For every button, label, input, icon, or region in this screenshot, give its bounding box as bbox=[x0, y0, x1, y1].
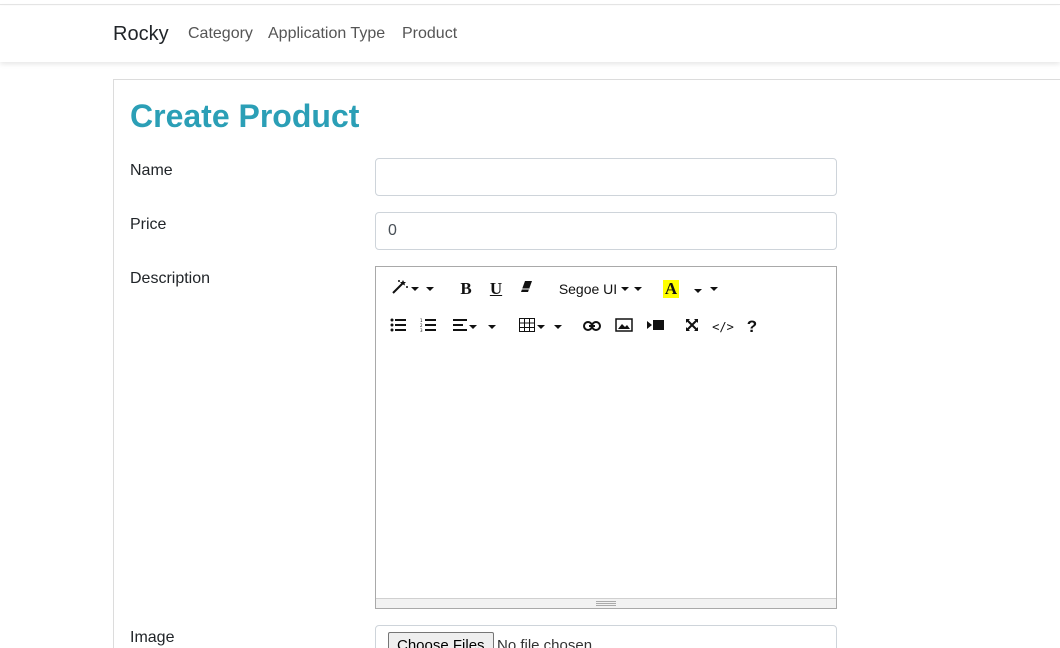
svg-text:3: 3 bbox=[420, 328, 423, 332]
color-letter: A bbox=[662, 279, 680, 298]
nav-link-application-type[interactable]: Application Type bbox=[268, 25, 385, 43]
font-name-toggle[interactable] bbox=[632, 276, 644, 302]
bold-button[interactable]: B bbox=[456, 276, 476, 302]
text-color-button[interactable]: A bbox=[662, 276, 680, 302]
unordered-list-button[interactable] bbox=[388, 314, 408, 340]
chevron-down-icon bbox=[426, 287, 434, 291]
video-button[interactable] bbox=[646, 314, 666, 340]
style-dropdown-toggle[interactable] bbox=[424, 276, 436, 302]
style-dropdown[interactable] bbox=[388, 276, 422, 302]
fullscreen-icon bbox=[685, 318, 699, 337]
color-dropdown-toggle[interactable] bbox=[708, 276, 720, 302]
description-editor[interactable]: B U Segoe UI A 123 </> ? bbox=[375, 266, 837, 609]
chevron-down-icon bbox=[710, 287, 718, 291]
fullscreen-button[interactable] bbox=[682, 314, 702, 340]
choose-files-button[interactable]: Choose Files bbox=[388, 632, 494, 648]
table-icon bbox=[519, 317, 535, 337]
color-dropdown[interactable] bbox=[692, 278, 704, 304]
link-button[interactable] bbox=[582, 314, 602, 340]
unordered-list-icon bbox=[390, 318, 406, 337]
price-input[interactable] bbox=[375, 212, 837, 250]
caret-icon bbox=[537, 325, 545, 329]
description-label: Description bbox=[130, 270, 211, 287]
ordered-list-button[interactable]: 123 bbox=[418, 314, 438, 340]
caret-icon bbox=[411, 287, 419, 291]
editor-resize-bar[interactable] bbox=[376, 598, 836, 608]
paragraph-dropdown-toggle[interactable] bbox=[486, 314, 498, 340]
image-label: Image bbox=[130, 629, 175, 646]
chevron-down-icon bbox=[554, 325, 562, 329]
clear-format-button[interactable] bbox=[516, 276, 536, 302]
image-file-input[interactable]: Choose Files No file chosen bbox=[375, 625, 837, 648]
picture-icon bbox=[615, 317, 633, 337]
name-label: Name bbox=[130, 162, 173, 179]
underline-button[interactable]: U bbox=[486, 276, 506, 302]
brand-link[interactable]: Rocky bbox=[113, 23, 169, 46]
price-label: Price bbox=[130, 216, 167, 233]
ordered-list-icon: 123 bbox=[420, 318, 436, 337]
nav-link-category[interactable]: Category bbox=[188, 25, 253, 43]
top-strip bbox=[0, 0, 1060, 5]
help-button[interactable]: ? bbox=[744, 314, 760, 340]
code-view-button[interactable]: </> bbox=[710, 314, 736, 340]
chevron-down-icon bbox=[634, 287, 642, 291]
table-dropdown[interactable] bbox=[516, 314, 548, 340]
editor-content-area[interactable] bbox=[376, 349, 836, 597]
magic-icon bbox=[391, 279, 409, 300]
align-icon bbox=[453, 318, 467, 336]
navbar: Rocky Category Application Type Product bbox=[0, 6, 1060, 62]
name-input[interactable] bbox=[375, 158, 837, 196]
paragraph-dropdown[interactable] bbox=[450, 314, 480, 340]
caret-icon bbox=[469, 325, 477, 329]
eraser-icon bbox=[520, 280, 533, 298]
editor-toolbar-row-1: B U Segoe UI A bbox=[384, 276, 834, 302]
font-name-dropdown[interactable]: Segoe UI bbox=[554, 276, 634, 302]
resize-grip-icon bbox=[596, 601, 616, 606]
editor-toolbar-row-2: 123 </> ? bbox=[384, 314, 834, 340]
chevron-down-icon bbox=[694, 289, 702, 293]
font-name-label: Segoe UI bbox=[558, 281, 618, 297]
video-icon bbox=[647, 318, 665, 336]
chevron-down-icon bbox=[488, 325, 496, 329]
nav-link-product[interactable]: Product bbox=[402, 25, 457, 43]
caret-icon bbox=[621, 287, 630, 291]
page-title: Create Product bbox=[130, 98, 360, 134]
file-status-text: No file chosen bbox=[497, 637, 593, 648]
table-dropdown-toggle[interactable] bbox=[552, 314, 564, 340]
picture-button[interactable] bbox=[614, 314, 634, 340]
link-icon bbox=[583, 318, 601, 336]
